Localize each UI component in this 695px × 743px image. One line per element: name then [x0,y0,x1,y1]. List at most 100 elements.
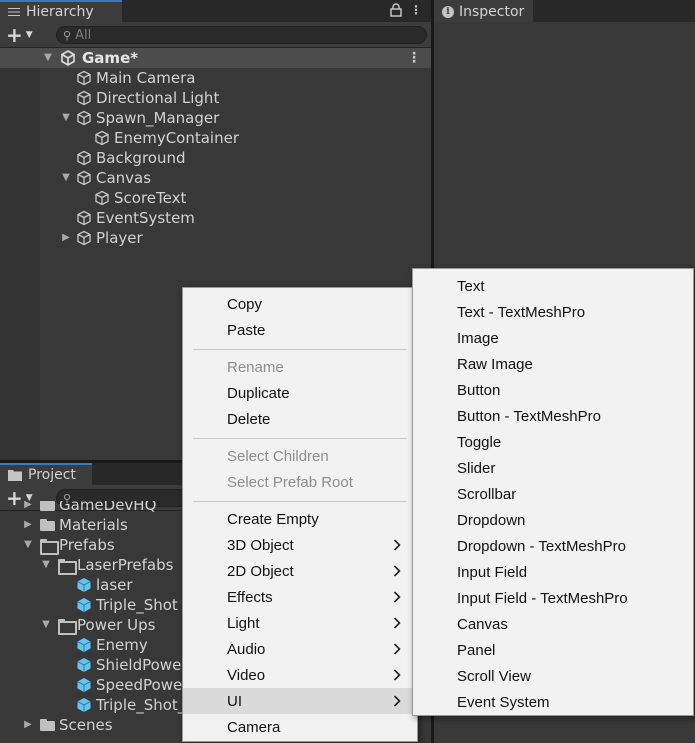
hierarchy-item[interactable]: Background [60,148,186,168]
submenu-item-input-field-textmeshpro[interactable]: Input Field - TextMeshPro [413,585,693,611]
expand-arrow-icon[interactable]: ▼ [60,112,72,124]
project-item[interactable]: ▼ LaserPrefabs [40,555,173,575]
tab-project[interactable]: Project [0,463,92,485]
ui-submenu: Text Text - TextMeshPro Image Raw Image Butt… [412,268,694,716]
chevron-right-icon [393,564,401,578]
expand-arrow-icon[interactable]: ▶ [22,501,34,511]
submenu-item-event-system[interactable]: Event System [413,689,693,715]
folder-icon [40,719,55,731]
project-item[interactable]: Triple_Shot [58,595,178,615]
hierarchy-item-label: Spawn_Manager [96,109,220,127]
hierarchy-item[interactable]: ▼ Canvas [60,168,151,188]
arrow-spacer [58,699,70,711]
chevron-right-icon [393,642,401,656]
hierarchy-item[interactable]: ▶ Player [60,228,143,248]
scene-name: Game* [82,49,139,67]
submenu-item-button[interactable]: Button [413,377,693,403]
project-item[interactable]: laser [58,575,133,595]
tab-inspector[interactable]: i Inspector [434,0,533,22]
submenu-item-label: Slider [457,459,496,477]
lock-icon[interactable] [389,3,403,19]
menu-item-light[interactable]: Light [183,610,417,636]
submenu-item-slider[interactable]: Slider [413,455,693,481]
create-button[interactable]: + ▼ [6,25,40,45]
menu-item-select-children[interactable]: Select Children [183,443,417,469]
menu-item-label: Delete [227,410,271,428]
submenu-item-input-field[interactable]: Input Field [413,559,693,585]
expand-arrow-icon[interactable]: ▼ [40,559,52,571]
kebab-menu-icon[interactable]: ⋮ [409,3,423,19]
submenu-item-label: Dropdown [457,511,526,529]
scene-kebab-icon[interactable]: ⋮ [407,50,421,66]
submenu-item-dropdown-textmeshpro[interactable]: Dropdown - TextMeshPro [413,533,693,559]
submenu-item-button-textmeshpro[interactable]: Button - TextMeshPro [413,403,693,429]
scene-row[interactable]: ▼ Game* ⋮ [0,48,431,68]
menu-item-label: Duplicate [227,384,290,402]
arrow-spacer [60,92,72,104]
hierarchy-item[interactable]: Main Camera [60,68,195,88]
submenu-item-toggle[interactable]: Toggle [413,429,693,455]
project-item-label: ShieldPowe [96,656,182,674]
folder-icon [40,519,55,531]
project-item[interactable]: ▶ GameDevHQ [22,501,156,515]
submenu-item-scrollbar[interactable]: Scrollbar [413,481,693,507]
project-item-label: Power Ups [77,616,156,634]
menu-item-rename[interactable]: Rename [183,354,417,380]
menu-item-3d-object[interactable]: 3D Object [183,532,417,558]
menu-item-audio[interactable]: Audio [183,636,417,662]
menu-item-select-prefab-root[interactable]: Select Prefab Root [183,469,417,495]
menu-item-2d-object[interactable]: 2D Object [183,558,417,584]
menu-item-camera[interactable]: Camera [183,714,417,740]
hierarchy-item[interactable]: EnemyContainer [78,128,239,148]
menu-item-duplicate[interactable]: Duplicate [183,380,417,406]
hierarchy-toolbar: + ▼ ⚲ All [0,22,431,48]
gameobject-cube-icon [94,190,110,206]
project-item[interactable]: Enemy [58,635,148,655]
hierarchy-item-label: Player [96,229,143,247]
expand-arrow-icon[interactable]: ▶ [22,719,34,731]
project-item[interactable]: Triple_Shot_ [58,695,185,715]
menu-item-copy[interactable]: Copy [183,291,417,317]
menu-item-label: Video [227,666,266,684]
submenu-item-raw-image[interactable]: Raw Image [413,351,693,377]
expand-arrow-icon[interactable]: ▼ [60,172,72,184]
submenu-item-dropdown[interactable]: Dropdown [413,507,693,533]
expand-arrow-icon[interactable]: ▶ [60,232,72,244]
menu-item-label: UI [227,692,242,710]
project-item[interactable]: ▶ Materials [22,515,128,535]
project-item[interactable]: ▼ Power Ups [40,615,155,635]
submenu-item-scroll-view[interactable]: Scroll View [413,663,693,689]
tab-hierarchy[interactable]: Hierarchy [0,0,122,22]
expand-arrow-icon[interactable]: ▼ [22,539,34,551]
menu-item-delete[interactable]: Delete [183,406,417,432]
submenu-item-label: Canvas [457,615,508,633]
hierarchy-item[interactable]: Directional Light [60,88,219,108]
project-item[interactable]: SpeedPowe [58,675,182,695]
submenu-item-canvas[interactable]: Canvas [413,611,693,637]
hierarchy-item[interactable]: ▼ Spawn_Manager [60,108,219,128]
expand-arrow-icon[interactable]: ▶ [22,519,34,531]
menu-separator [193,501,407,502]
submenu-item-image[interactable]: Image [413,325,693,351]
project-item[interactable]: ▼ Prefabs [22,535,115,555]
submenu-item-text[interactable]: Text [413,273,693,299]
hierarchy-item[interactable]: EventSystem [60,208,195,228]
menu-item-ui[interactable]: UI [183,688,417,714]
project-item[interactable]: ShieldPowe [58,655,181,675]
expand-arrow-icon[interactable]: ▼ [42,52,54,64]
hierarchy-item[interactable]: ScoreText [78,188,186,208]
menu-item-effects[interactable]: Effects [183,584,417,610]
submenu-item-text-textmeshpro[interactable]: Text - TextMeshPro [413,299,693,325]
menu-item-paste[interactable]: Paste [183,317,417,343]
submenu-item-label: Button - TextMeshPro [457,407,601,425]
submenu-item-panel[interactable]: Panel [413,637,693,663]
search-placeholder: All [75,27,92,43]
expand-arrow-icon[interactable]: ▼ [40,619,52,631]
menu-item-create-empty[interactable]: Create Empty [183,506,417,532]
menu-item-label: Effects [227,588,273,606]
menu-item-label: Paste [227,321,266,339]
hierarchy-search-input[interactable]: ⚲ All [56,26,427,44]
project-item[interactable]: ▶ Scenes [22,715,112,735]
menu-item-video[interactable]: Video [183,662,417,688]
gameobject-cube-icon [76,170,92,186]
